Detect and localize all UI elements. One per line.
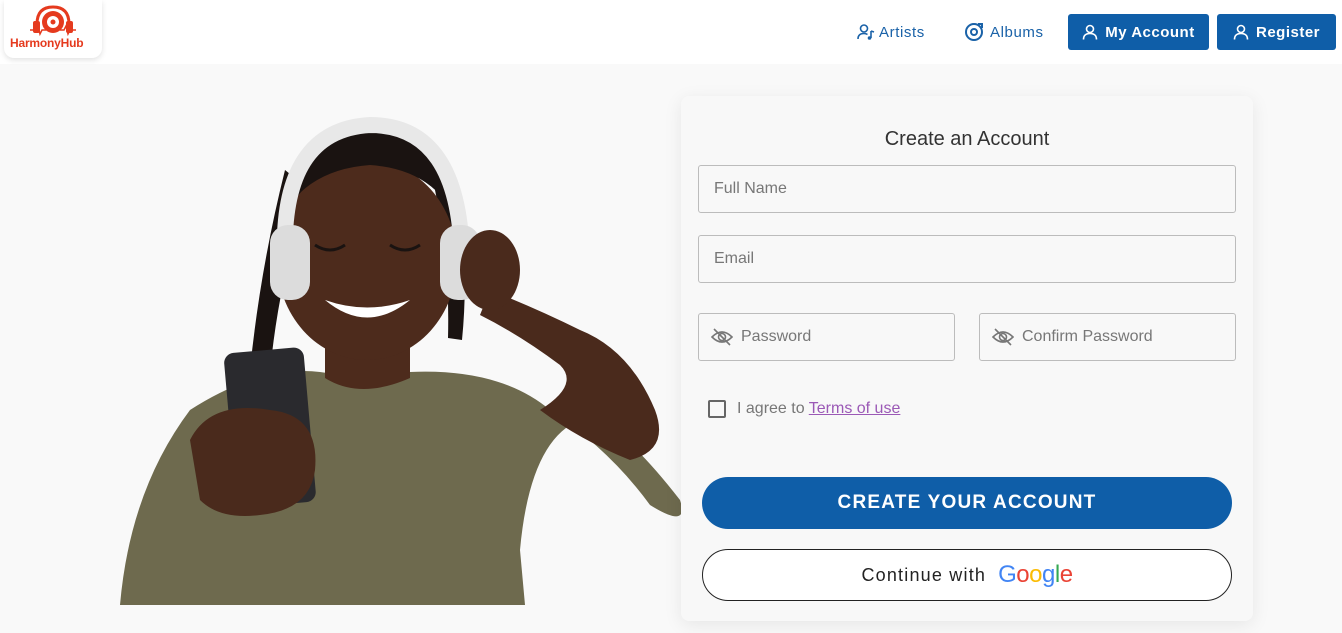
agree-text: I agree to [737, 400, 805, 417]
top-navbar: HarmonyHub Artists Albums My Account Reg… [0, 0, 1342, 64]
password-input[interactable] [741, 328, 954, 346]
email-field[interactable] [698, 235, 1236, 283]
terms-checkbox[interactable] [708, 400, 726, 418]
confirm-password-field[interactable] [979, 313, 1236, 361]
vinyl-headphones-icon [30, 5, 76, 37]
eye-off-icon[interactable] [711, 328, 733, 346]
google-logo: Google [998, 561, 1073, 588]
register-button[interactable]: Register [1217, 14, 1336, 50]
full-name-input[interactable] [714, 180, 1235, 198]
email-input[interactable] [714, 250, 1235, 268]
password-field[interactable] [698, 313, 955, 361]
my-account-button[interactable]: My Account [1068, 14, 1209, 50]
user-icon [1233, 24, 1249, 40]
register-form-card: Create an Account I agree to [681, 96, 1253, 621]
form-title: Create an Account [884, 128, 1050, 150]
my-account-label: My Account [1105, 23, 1195, 41]
nav-artists-label: Artists [879, 23, 925, 41]
nav-albums-link[interactable]: Albums [964, 14, 1044, 50]
register-label: Register [1255, 23, 1321, 41]
hero-image-woman-with-headphones [120, 116, 682, 605]
eye-off-icon[interactable] [992, 328, 1014, 346]
nav-albums-label: Albums [990, 23, 1044, 41]
disc-icon [965, 23, 983, 41]
full-name-field[interactable] [698, 165, 1236, 213]
terms-of-use-link[interactable]: Terms of use [809, 400, 901, 417]
terms-agreement: I agree to Terms of use [708, 400, 900, 418]
user-music-icon [857, 24, 875, 40]
harmonyhub-logo[interactable]: HarmonyHub [4, 0, 102, 58]
google-button-label: Continue with [861, 564, 987, 585]
user-icon [1082, 24, 1098, 40]
nav-artists-link[interactable]: Artists [857, 14, 925, 50]
brand-name: HarmonyHub [10, 36, 84, 50]
continue-with-google-button[interactable]: Continue with Google [702, 549, 1232, 601]
create-account-button[interactable]: CREATE YOUR ACCOUNT [702, 477, 1232, 529]
confirm-password-input[interactable] [1022, 328, 1235, 346]
